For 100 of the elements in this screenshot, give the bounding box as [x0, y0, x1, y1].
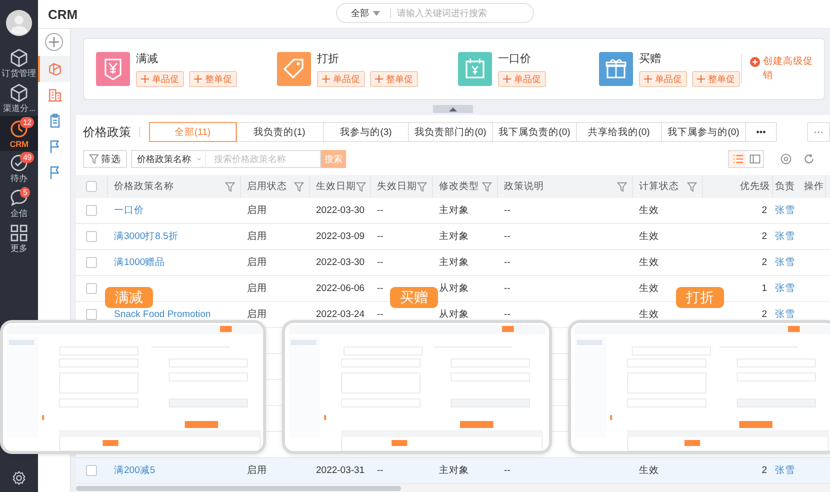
- column-header: 价格政策名称: [114, 180, 174, 193]
- owner-link[interactable]: 张雪: [775, 465, 795, 476]
- table-cell: 2022-06-06: [316, 283, 365, 294]
- checkbox[interactable]: [86, 257, 97, 268]
- policy-link[interactable]: 一口价: [114, 205, 144, 216]
- plus-icon: [375, 75, 383, 83]
- scope-dropdown[interactable]: 全部: [337, 8, 391, 18]
- table-cell: 从对象: [439, 309, 469, 320]
- policy-link[interactable]: Snack Food Promotion: [114, 309, 211, 320]
- table-cell: 2022-03-31: [316, 465, 365, 476]
- field-dropdown[interactable]: 价格政策名称: [131, 150, 205, 168]
- add-promo-button[interactable]: 单品促: [136, 71, 184, 87]
- count-badge: 12: [20, 117, 34, 128]
- table-cell: --: [377, 283, 384, 294]
- table-cell: --: [504, 309, 510, 320]
- filter-icon: [225, 182, 235, 192]
- table-cell: 2022-03-30: [316, 257, 365, 268]
- table-cell: 生效: [639, 205, 659, 216]
- table-cell: 启用: [247, 231, 267, 242]
- promo-title: 一口价: [498, 52, 532, 66]
- policy-link[interactable]: 满200减5: [114, 465, 156, 476]
- table-cell: 1: [762, 283, 767, 294]
- scrollbar[interactable]: [76, 486, 401, 490]
- cube-icon: [9, 48, 29, 68]
- table-cell: --: [504, 257, 510, 268]
- search-field[interactable]: 全部 请输入关键词进行搜索: [336, 3, 534, 23]
- rail-item[interactable]: [38, 56, 70, 82]
- table-cell: 2: [762, 231, 767, 242]
- caret-down-icon: [373, 10, 380, 16]
- collapse-handle: [433, 105, 473, 113]
- avatar-icon: [6, 10, 32, 36]
- nav-item[interactable]: CRM 12: [0, 116, 38, 151]
- column-header: 启用状态: [247, 180, 287, 193]
- checkbox[interactable]: [86, 283, 97, 294]
- table-cell: 启用: [247, 283, 267, 294]
- column-header: 修改类型: [439, 180, 479, 193]
- owner-link[interactable]: 张雪: [775, 205, 795, 216]
- add-promo-button[interactable]: 单品促: [317, 71, 365, 87]
- owner-link[interactable]: 张雪: [775, 231, 795, 242]
- add-promo-button[interactable]: 整单促: [370, 71, 418, 87]
- table-cell: 主对象: [439, 205, 469, 216]
- checkbox[interactable]: [86, 309, 97, 320]
- tab[interactable]: 全部(11): [150, 123, 236, 141]
- preview-label: 打折: [676, 287, 724, 308]
- checkbox[interactable]: [86, 205, 97, 216]
- cube-icon: [9, 82, 29, 102]
- plus-icon: [194, 75, 202, 83]
- table-cell: --: [504, 465, 510, 476]
- add-promo-button[interactable]: 整单促: [692, 71, 740, 87]
- nav-item[interactable]: 订货管理: [0, 46, 38, 81]
- panel-title: 价格政策: [83, 127, 140, 137]
- table-cell: 2: [762, 205, 767, 216]
- count-badge: 5: [20, 187, 30, 198]
- nav-item[interactable]: 更多: [0, 221, 38, 256]
- plus-icon: [49, 37, 59, 47]
- promo-title: 打折: [317, 52, 340, 66]
- add-promo-button[interactable]: 单品促: [639, 71, 687, 87]
- add-button[interactable]: [45, 33, 63, 51]
- table-cell: 2: [762, 309, 767, 320]
- owner-link[interactable]: 张雪: [775, 257, 795, 268]
- filter-button[interactable]: 筛选: [83, 150, 127, 168]
- column-header: 负责: [775, 180, 795, 193]
- refresh-icon: [803, 153, 815, 165]
- plus-circle-icon: [750, 57, 760, 67]
- checkbox[interactable]: [86, 231, 97, 242]
- nav-item[interactable]: 待办 49: [0, 151, 38, 186]
- table-cell: 启用: [247, 465, 267, 476]
- table-cell: --: [504, 283, 510, 294]
- table-cell: 2022-03-24: [316, 309, 365, 320]
- table-cell: 2: [762, 465, 767, 476]
- settings-icon: [11, 470, 27, 486]
- nav-item[interactable]: 渠道分...: [0, 81, 38, 116]
- grid-icon: [9, 222, 29, 242]
- plus-icon: [141, 75, 149, 83]
- owner-link[interactable]: 张雪: [775, 283, 795, 294]
- table-cell: 生效: [639, 257, 659, 268]
- add-promo-button[interactable]: 单品促: [498, 71, 546, 87]
- table-cell: 生效: [639, 465, 659, 476]
- add-promo-button[interactable]: 整单促: [189, 71, 237, 87]
- nav-item[interactable]: 企信 5: [0, 186, 38, 221]
- table-cell: 2: [762, 257, 767, 268]
- policy-link[interactable]: 满3000打8.5折: [114, 231, 178, 242]
- promo-title: 满减: [136, 52, 159, 66]
- more-button[interactable]: ···: [807, 122, 830, 142]
- filter-icon: [89, 154, 99, 164]
- table-cell: 主对象: [439, 257, 469, 268]
- policy-link[interactable]: 满1000赠品: [114, 257, 166, 268]
- preview-label: 买赠: [390, 287, 438, 308]
- filter-icon: [482, 182, 492, 192]
- filter-icon: [617, 182, 627, 192]
- table-cell: --: [377, 231, 384, 242]
- owner-link[interactable]: 张雪: [775, 309, 795, 320]
- table-cell: 2022-03-09: [316, 231, 365, 242]
- column-header: 操作: [804, 180, 824, 193]
- checkbox[interactable]: [86, 465, 97, 476]
- filter-icon: [687, 182, 697, 192]
- create-link[interactable]: 创建高级促销: [750, 55, 818, 83]
- filter-icon: [417, 182, 427, 192]
- plus-icon: [322, 75, 330, 83]
- view-toggle[interactable]: [729, 151, 746, 167]
